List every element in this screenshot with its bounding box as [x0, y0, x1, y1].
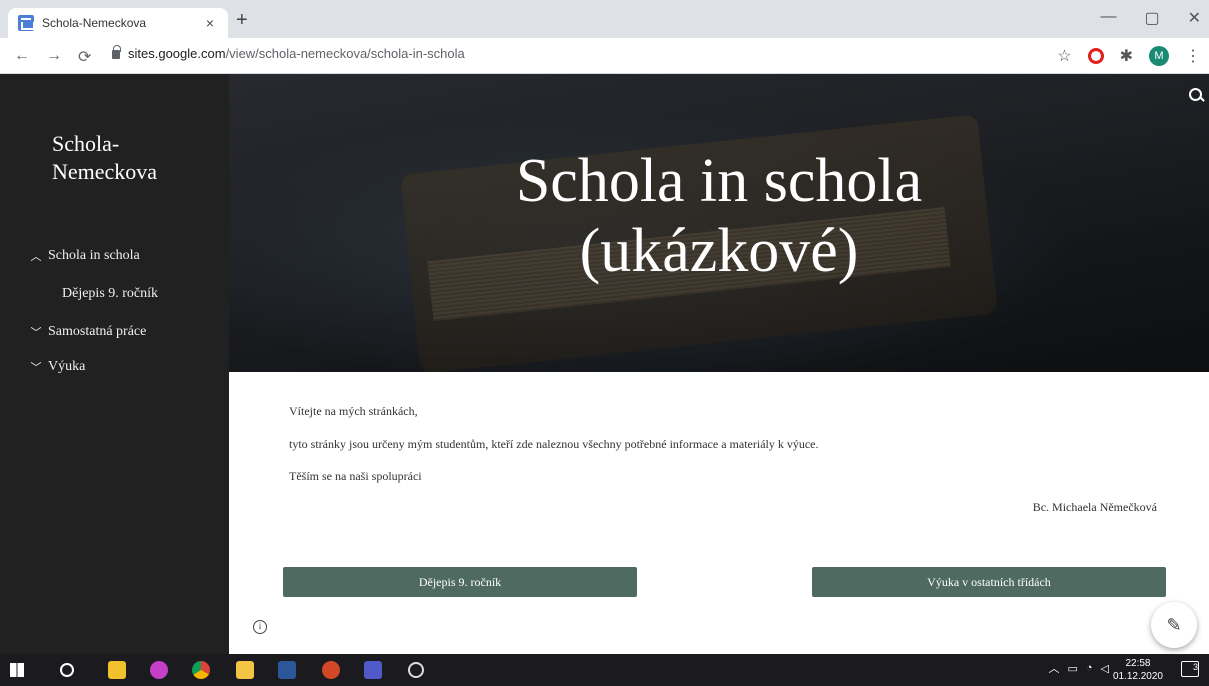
wifi-icon[interactable]: ◔ — [1086, 662, 1093, 674]
tab-close-icon[interactable]: × — [202, 15, 218, 31]
sticky-notes-icon[interactable] — [108, 661, 126, 679]
forward-arrow-icon[interactable]: → — [46, 47, 62, 65]
dejepis-button[interactable]: Dějepis 9. ročník — [283, 567, 637, 597]
notification-center-icon[interactable]: 3 — [1181, 661, 1199, 677]
url-domain: sites.google.com — [128, 46, 226, 61]
avatar[interactable]: M — [1149, 46, 1169, 66]
sidebar-item-samostatna-prace[interactable]: ﹀ Samostatná práce — [30, 324, 147, 340]
closing-text: Těším se na naši spolupráci — [289, 469, 422, 483]
back-arrow-icon[interactable]: ← — [14, 47, 30, 65]
greeting-text: Vítejte na mých stránkách, — [289, 404, 418, 418]
window-controls: — ▢ ✕ — [1100, 8, 1201, 28]
site-title[interactable]: Schola- Nemeckova — [52, 130, 157, 186]
sidebar-item-label: Výuka — [48, 359, 86, 374]
more-menu-icon[interactable]: ⋮ — [1185, 46, 1201, 66]
teams-icon[interactable] — [364, 661, 382, 679]
main-content: Vítejte na mých stránkách, tyto stránky … — [229, 372, 1209, 654]
vyuka-ostatni-button[interactable]: Výuka v ostatních třídách — [812, 567, 1166, 597]
opera-extension-icon[interactable] — [1087, 48, 1104, 64]
volume-icon[interactable]: ◁ — [1101, 662, 1109, 675]
itunes-icon[interactable] — [150, 661, 168, 679]
powerpoint-icon[interactable] — [322, 661, 340, 679]
signature-text: Bc. Michaela Němečková — [1032, 500, 1157, 514]
sidebar-item-label: Dějepis 9. ročník — [62, 286, 159, 301]
bookmark-star-icon[interactable]: ☆ — [1057, 46, 1071, 66]
tab-title: Schola-Nemeckova — [42, 16, 147, 30]
clock-app-icon[interactable] — [408, 662, 424, 678]
info-icon[interactable]: i — [253, 620, 267, 634]
browser-tab[interactable]: Schola-Nemeckova × — [8, 8, 228, 38]
sidebar-item-vyuka[interactable]: ﹀ Výuka — [30, 359, 86, 375]
chrome-icon[interactable] — [192, 661, 210, 679]
maximize-icon[interactable]: ▢ — [1144, 8, 1159, 28]
file-explorer-icon[interactable] — [236, 661, 254, 679]
body-text: tyto stránky jsou určeny mým studentům, … — [289, 437, 819, 451]
word-icon[interactable] — [278, 661, 296, 679]
page-title: Schola in schola (ukázkové) — [229, 146, 1209, 286]
extension-area: ☆ ✱ M ⋮ — [1057, 46, 1201, 66]
system-tray: ︿ ▭ ◔ ◁ — [1048, 660, 1109, 676]
address-bar: ← → ⟳ sites.google.com/view/schola-nemec… — [0, 38, 1209, 74]
hero-banner: Schola in schola (ukázkové) — [229, 74, 1209, 372]
site-title-line1: Schola- — [52, 131, 120, 156]
chevron-up-icon[interactable]: ︿ — [30, 248, 42, 264]
sidebar-item-label: Schola in schola — [48, 248, 140, 263]
battery-icon[interactable]: ▭ — [1067, 662, 1077, 675]
lock-icon — [112, 45, 121, 59]
url-path: /view/schola-nemeckova/schola-in-schola — [225, 46, 465, 61]
taskbar-clock[interactable]: 22:58 01.12.2020 — [1113, 657, 1163, 683]
minimize-icon[interactable]: — — [1100, 8, 1116, 28]
chevron-down-icon[interactable]: ﹀ — [30, 359, 42, 375]
pencil-icon: ✎ — [1166, 614, 1182, 635]
tray-expand-icon[interactable]: ︿ — [1048, 660, 1059, 676]
search-icon[interactable] — [1189, 88, 1203, 102]
new-tab-button[interactable]: + — [236, 10, 248, 30]
google-sites-favicon-icon — [18, 15, 35, 31]
sidebar-item-schola-in-schola[interactable]: ︿ Schola in schola — [30, 248, 140, 264]
close-window-icon[interactable]: ✕ — [1188, 8, 1201, 28]
clock-time: 22:58 — [1125, 658, 1151, 669]
windows-taskbar: ︿ ▭ ◔ ◁ 22:58 01.12.2020 3 — [0, 654, 1209, 686]
chevron-down-icon[interactable]: ﹀ — [30, 324, 42, 340]
url-field[interactable]: sites.google.com/view/schola-nemeckova/s… — [112, 45, 465, 61]
puzzle-extensions-icon[interactable]: ✱ — [1120, 46, 1133, 66]
search-icon[interactable] — [60, 663, 74, 677]
clock-date: 01.12.2020 — [1112, 671, 1163, 682]
browser-tab-bar: Schola-Nemeckova × + — ▢ ✕ — [0, 0, 1209, 38]
sidebar-item-dejepis[interactable]: Dějepis 9. ročník — [62, 286, 158, 302]
windows-start-icon[interactable] — [10, 663, 24, 677]
site-title-line2: Nemeckova — [52, 159, 158, 184]
page-title-line1: Schola in schola — [515, 147, 923, 215]
edit-pencil-button[interactable]: ✎ — [1151, 602, 1197, 648]
site-sidebar: Schola- Nemeckova ︿ Schola in schola Děj… — [0, 74, 229, 654]
page-title-line2: (ukázkové) — [579, 217, 859, 285]
reload-icon[interactable]: ⟳ — [78, 47, 91, 67]
sidebar-item-label: Samostatná práce — [48, 324, 147, 339]
